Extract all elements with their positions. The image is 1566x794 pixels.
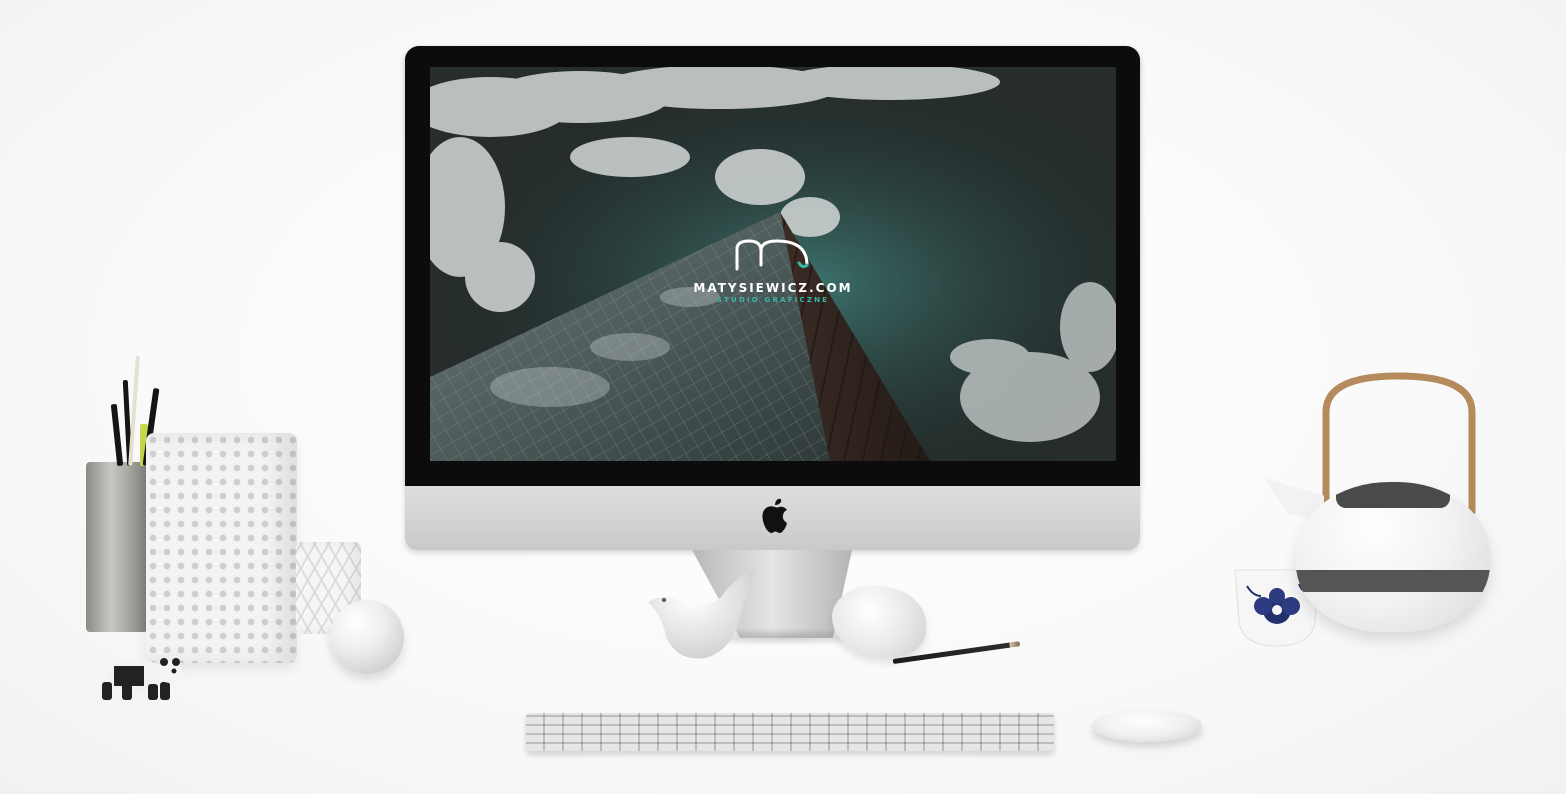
perforated-vase bbox=[146, 433, 297, 663]
crumpled-paper bbox=[832, 586, 926, 658]
ceramic-bird bbox=[648, 568, 756, 659]
brand-lockup: MATYSIEWICZ.COM STUDIO GRAFICZNE bbox=[430, 235, 1116, 304]
concrete-pen-cup bbox=[86, 462, 148, 632]
desk-scene: MATYSIEWICZ.COM STUDIO GRAFICZNE bbox=[0, 0, 1566, 794]
magic-mouse[interactable] bbox=[1092, 710, 1202, 742]
m-monogram-icon bbox=[735, 239, 809, 271]
teapot bbox=[1296, 482, 1490, 632]
glass-sphere bbox=[330, 600, 404, 674]
teapot-lid bbox=[1336, 482, 1450, 508]
keyboard[interactable] bbox=[526, 713, 1054, 751]
panda-figurine bbox=[102, 658, 182, 700]
apple-icon bbox=[762, 498, 787, 533]
pencil-upright bbox=[128, 355, 140, 467]
brand-name: MATYSIEWICZ.COM bbox=[693, 281, 853, 295]
pen bbox=[110, 403, 124, 467]
teapot-band bbox=[1296, 570, 1490, 592]
brand-tagline: STUDIO GRAFICZNE bbox=[716, 296, 830, 304]
imac-screen: MATYSIEWICZ.COM STUDIO GRAFICZNE bbox=[430, 67, 1116, 461]
